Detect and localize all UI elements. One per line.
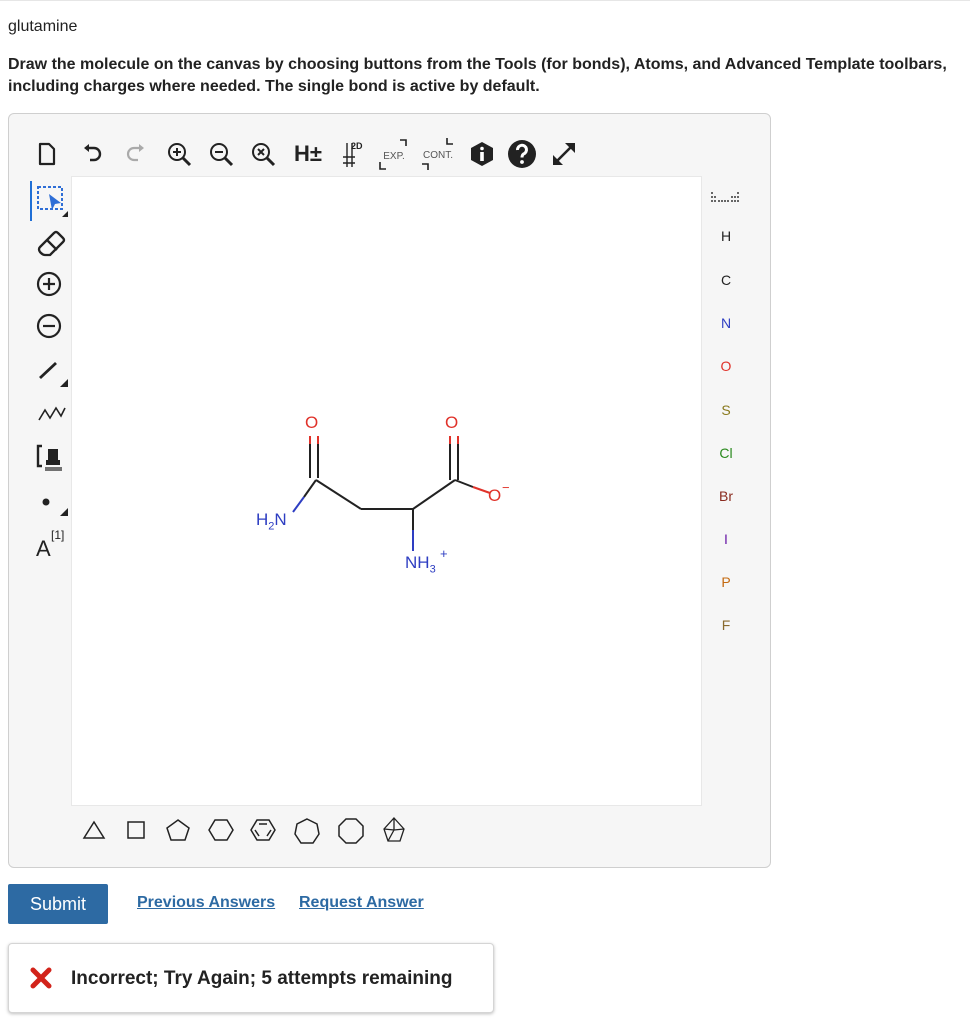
atom-button-o[interactable]: O [712, 358, 740, 374]
bond [412, 479, 456, 510]
atom-button-c[interactable]: C [712, 272, 740, 288]
feedback-message: Incorrect; Try Again; 5 attempts remaini… [71, 968, 453, 989]
square-template-icon[interactable] [122, 816, 150, 844]
atom-button-h[interactable]: H [712, 228, 740, 244]
bond [292, 496, 305, 513]
bond [315, 479, 362, 510]
benzene-template-icon[interactable] [248, 816, 278, 844]
atom-amide-nitrogen-label: H2N [256, 510, 287, 533]
hexagon-template-icon[interactable] [206, 816, 236, 844]
atom-amide-oxygen: O [305, 413, 319, 432]
atom-carboxyl-oxygen-double: O [445, 413, 459, 432]
atom-button-p[interactable]: P [712, 574, 740, 590]
pentagon-template-icon[interactable] [164, 816, 192, 844]
feedback-box: Incorrect; Try Again; 5 attempts remaini… [8, 943, 494, 1013]
atom-button-i[interactable]: I [712, 531, 740, 547]
periodic-table-icon[interactable] [708, 186, 744, 210]
bond [303, 479, 317, 498]
previous-answers-link[interactable]: Previous Answers [137, 894, 275, 912]
triangle-template-icon[interactable] [80, 816, 108, 844]
atom-amide-nitrogen: H2N [256, 510, 287, 532]
atom-button-f[interactable]: F [712, 617, 740, 633]
atom-button-n[interactable]: N [712, 315, 740, 331]
glutamine-structure [292, 436, 491, 551]
request-answer-link[interactable]: Request Answer [299, 894, 424, 912]
octagon-template-icon[interactable] [336, 816, 366, 846]
x-mark-icon [29, 966, 53, 995]
atom-carboxyl-charge: − [502, 480, 510, 495]
atom-button-br[interactable]: Br [712, 488, 740, 504]
atom-button-cl[interactable]: Cl [712, 445, 740, 461]
atom-carboxyl-oxygen-single: O [488, 486, 502, 505]
bond [454, 479, 474, 488]
atom-amino-nitrogen: NH3 [405, 553, 436, 576]
bicyclic-template-icon[interactable] [378, 814, 410, 846]
submit-button[interactable]: Submit [8, 884, 108, 924]
atom-amino-charge: + [440, 546, 448, 561]
heptagon-template-icon[interactable] [292, 816, 322, 846]
atom-button-s[interactable]: S [712, 402, 740, 418]
